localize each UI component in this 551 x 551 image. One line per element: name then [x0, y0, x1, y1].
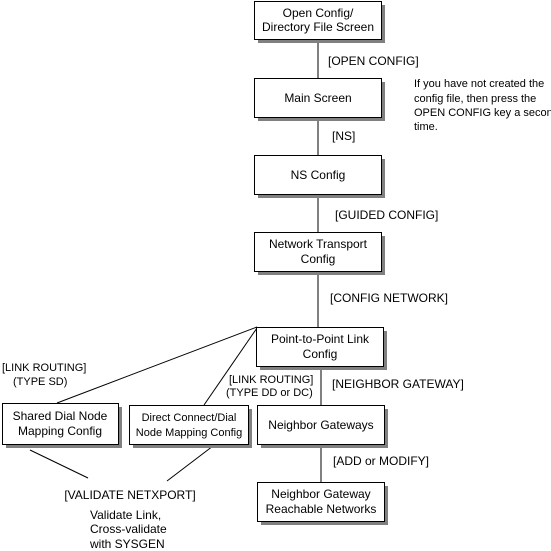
box-label: Open Config/ — [283, 6, 354, 20]
open-config-note: If you have not created the config file,… — [414, 78, 551, 133]
label-guided-config: [GUIDED CONFIG] — [335, 208, 438, 222]
box-label: Reachable Networks — [266, 502, 377, 516]
box-label: NS Config — [291, 168, 346, 182]
box-main-screen[interactable]: Main Screen — [254, 78, 386, 122]
validate-note-line: with SYSGEN — [89, 537, 165, 551]
label-link-routing-sd-type: (TYPE SD) — [13, 376, 67, 388]
box-ns-config[interactable]: NS Config — [254, 155, 386, 199]
box-open-config[interactable]: Open Config/ Directory File Screen — [254, 1, 386, 44]
box-neighbor-gateways[interactable]: Neighbor Gateways — [257, 405, 389, 449]
box-label: Point-to-Point Link — [271, 332, 370, 346]
box-network-transport[interactable]: Network Transport Config — [254, 232, 386, 276]
box-label: Config — [301, 252, 336, 266]
box-reachable-networks[interactable]: Neighbor Gateway Reachable Networks — [257, 482, 389, 526]
box-label: Config — [303, 347, 338, 361]
box-label: Mapping Config — [18, 424, 102, 438]
box-label: Shared Dial Node — [13, 409, 108, 423]
label-config-network: [CONFIG NETWORK] — [330, 291, 448, 305]
label-link-routing-dd-type: (TYPE DD or DC) — [226, 387, 313, 399]
validate-note-line: Cross-validate — [90, 522, 167, 536]
box-label: Neighbor Gateway — [271, 487, 370, 501]
box-label: Node Mapping Config — [136, 427, 242, 439]
flow-diagram: Open Config/ Directory File Screen Main … — [2, 1, 551, 551]
connector-shared-validate — [29, 449, 89, 479]
validate-note-line: Validate Link, — [90, 508, 161, 522]
label-open-config: [OPEN CONFIG] — [328, 54, 419, 68]
box-label: Direct Connect/Dial — [142, 412, 237, 424]
box-direct-connect[interactable]: Direct Connect/Dial Node Mapping Config — [129, 405, 253, 449]
label-link-routing-sd: [LINK ROUTING] — [2, 362, 86, 374]
note-line: config file, then press the — [414, 93, 536, 105]
note-line: If you have not created the — [414, 78, 544, 90]
label-validate-netxport: [VALIDATE NETXPORT] — [64, 488, 195, 502]
box-label: Directory File Screen — [262, 20, 374, 34]
box-label: Network Transport — [269, 237, 368, 251]
box-point-to-point[interactable]: Point-to-Point Link Config — [256, 327, 388, 371]
label-neighbor-gateway: [NEIGHBOR GATEWAY] — [332, 377, 464, 391]
label-ns: [NS] — [332, 129, 355, 143]
connector-direct-validate — [166, 445, 214, 482]
box-label: Main Screen — [284, 91, 351, 105]
box-shared-dial[interactable]: Shared Dial Node Mapping Config — [2, 403, 123, 449]
note-line: time. — [414, 121, 438, 133]
note-line: OPEN CONFIG key a second — [414, 107, 551, 119]
label-add-modify: [ADD or MODIFY] — [333, 454, 429, 468]
box-label: Neighbor Gateways — [268, 418, 373, 432]
label-link-routing-dd: [LINK ROUTING] — [229, 374, 313, 386]
